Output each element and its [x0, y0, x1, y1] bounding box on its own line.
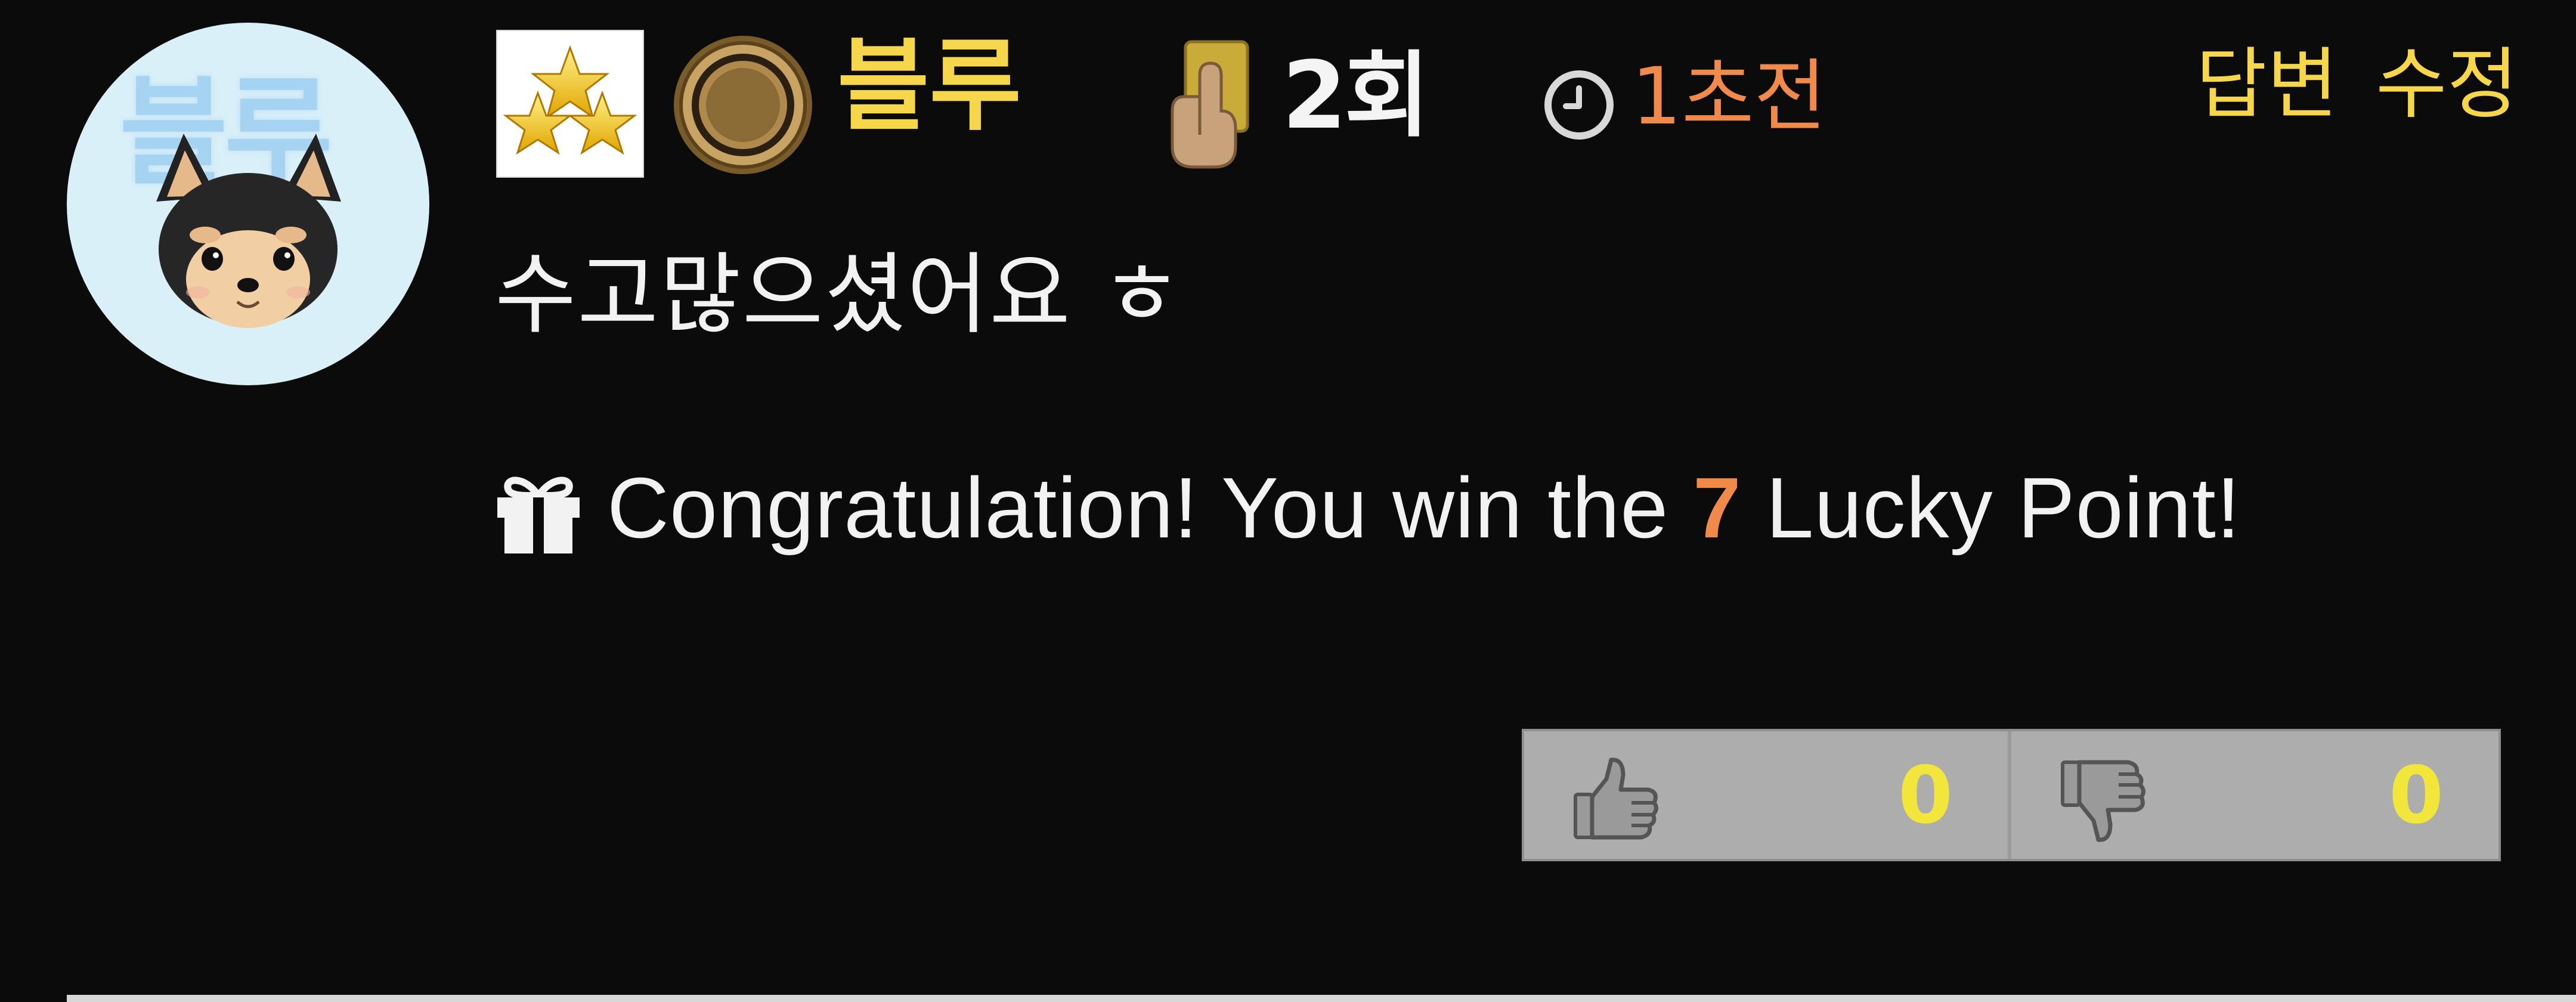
- dislike-button[interactable]: 0: [2011, 731, 2498, 859]
- bronze-medal-icon: [674, 36, 812, 174]
- thumbs-down-icon: [2061, 760, 2145, 842]
- lucky-suffix: Lucky Point!: [1741, 460, 2241, 556]
- gift-icon: [497, 477, 580, 553]
- clock-icon: [1544, 70, 1614, 140]
- comment-item: 블루 블루 2회 1초전 답변 수정 수고많으셨어요 ㅎ Congratulat…: [0, 0, 2576, 1002]
- timestamp: 1초전: [1631, 51, 1826, 143]
- lucky-points-value: 7: [1693, 460, 1742, 556]
- like-count: 0: [1898, 750, 1953, 842]
- yellow-card-icon: [1171, 40, 1249, 169]
- dislike-count: 0: [2389, 750, 2444, 842]
- avatar[interactable]: 블루: [67, 23, 429, 385]
- thumbs-up-icon: [1574, 757, 1658, 840]
- three-stars-rank-icon: [496, 30, 644, 178]
- divider: [67, 995, 2576, 1002]
- nickname[interactable]: 블루: [837, 36, 1021, 136]
- comment-text: 수고많으셨어요 ㅎ: [495, 243, 1184, 346]
- lucky-point-message: Congratulation! You win the 7 Lucky Poin…: [607, 465, 2241, 551]
- vote-controls: 0 0: [1522, 729, 2501, 861]
- lucky-prefix: Congratulation! You win the: [607, 460, 1693, 556]
- chihuahua-avatar-icon: [156, 134, 341, 328]
- edit-button[interactable]: 수정: [2376, 45, 2518, 123]
- like-button[interactable]: 0: [1524, 731, 2011, 859]
- reply-button[interactable]: 답변: [2196, 45, 2338, 123]
- card-count: 2회: [1282, 41, 1430, 150]
